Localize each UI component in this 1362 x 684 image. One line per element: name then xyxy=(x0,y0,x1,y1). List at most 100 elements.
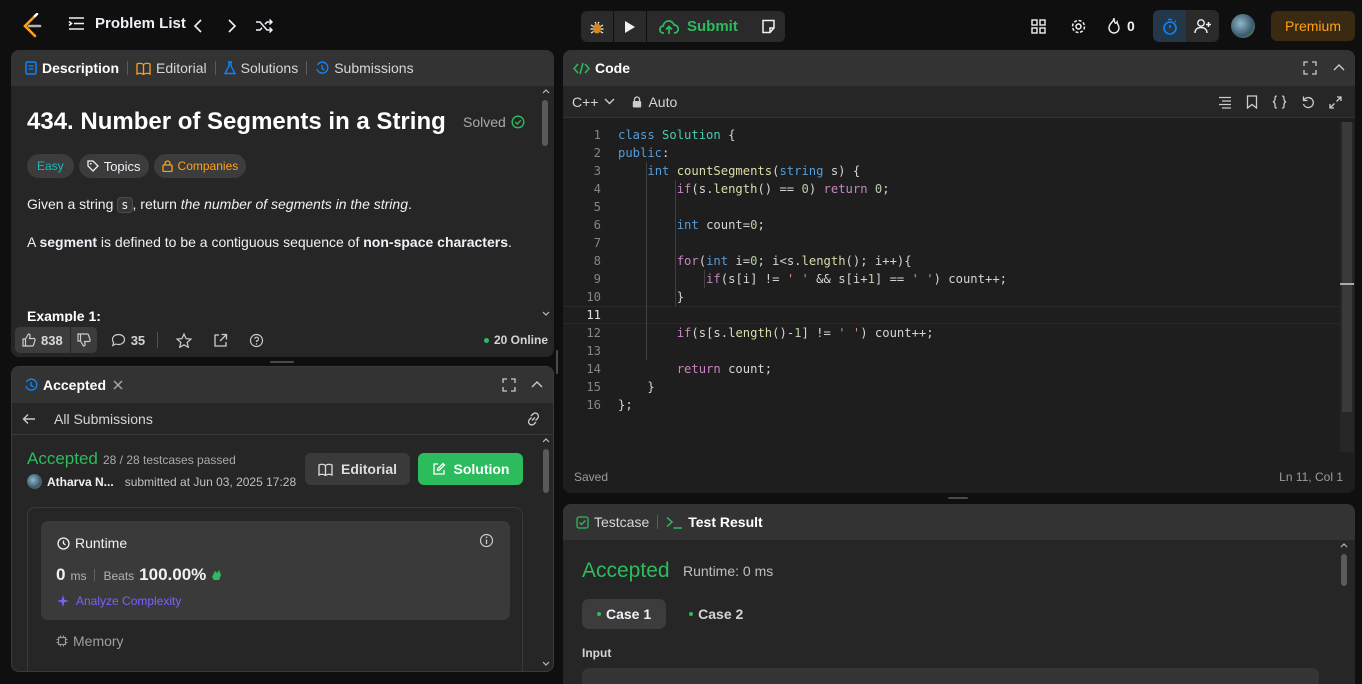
notes-button[interactable] xyxy=(752,11,785,42)
code-editor[interactable]: 1 2 3 4 5 6 7 8 9 10 11 12 13 14 15 16 class Solution {… xyxy=(563,118,1343,458)
line-number: 4 xyxy=(593,182,601,196)
bookmark-icon[interactable] xyxy=(1246,95,1258,109)
code-line[interactable]: }; xyxy=(618,396,633,414)
submitted-at: submitted at Jun 03, 2025 17:28 xyxy=(124,474,297,489)
run-button[interactable] xyxy=(614,11,646,42)
description-scrollbar[interactable] xyxy=(542,100,548,146)
case-tab-2[interactable]: Case 2 xyxy=(674,599,758,629)
invite-button[interactable] xyxy=(1186,10,1219,42)
desc1-emphasis: the number of segments in the string xyxy=(180,196,408,212)
dislike-button[interactable] xyxy=(70,327,97,353)
test-tabs: Testcase Test Result xyxy=(563,504,1355,540)
scroll-down-arrow-icon[interactable] xyxy=(542,661,550,667)
submit-button[interactable]: Submit xyxy=(647,11,750,42)
avatar[interactable] xyxy=(1231,14,1255,38)
leetcode-logo-icon[interactable] xyxy=(20,13,44,39)
scroll-up-arrow-icon[interactable] xyxy=(542,437,550,443)
editor-scrollbar-track[interactable] xyxy=(1340,122,1354,452)
comments-button[interactable]: 35 xyxy=(111,333,145,348)
scroll-down-arrow-icon[interactable] xyxy=(542,311,550,317)
lock-icon xyxy=(161,160,173,172)
result-scrollbar[interactable] xyxy=(543,449,549,493)
favorite-button[interactable] xyxy=(172,328,196,352)
solution-button[interactable]: Solution xyxy=(418,453,523,485)
case-tab-1[interactable]: Case 1 xyxy=(582,599,667,629)
companies-tag[interactable]: Companies xyxy=(153,154,247,178)
line-number: 1 xyxy=(593,128,601,142)
reset-icon[interactable] xyxy=(1301,95,1315,109)
code-line[interactable]: if(s[i] != ' ' && s[i+1] == ' ') count++… xyxy=(618,270,1007,288)
code-resize-handle[interactable] xyxy=(948,497,968,499)
maximize-icon[interactable] xyxy=(1303,61,1317,75)
auto-mode-button[interactable]: Auto xyxy=(632,94,677,110)
like-button[interactable]: 838 xyxy=(15,327,70,353)
code-line[interactable]: public: xyxy=(618,144,669,162)
runtime-card[interactable]: Runtime 0 ms Beats 100.00% Analyze Compl… xyxy=(41,521,510,620)
all-submissions-link[interactable]: All Submissions xyxy=(54,411,153,427)
companies-label: Companies xyxy=(177,159,239,173)
code-line[interactable]: int count=0; xyxy=(618,216,765,234)
prev-problem-button[interactable] xyxy=(182,10,214,42)
streak-counter[interactable]: 0 xyxy=(1107,17,1135,34)
random-problem-button[interactable] xyxy=(248,10,280,42)
online-indicator: 20 Online xyxy=(483,333,548,347)
debug-button[interactable] xyxy=(581,11,613,42)
expand-icon[interactable] xyxy=(1329,95,1342,109)
topics-tag[interactable]: Topics xyxy=(78,154,149,178)
book-icon xyxy=(136,62,151,75)
settings-button[interactable] xyxy=(1062,10,1094,42)
tab-description[interactable]: Description xyxy=(25,50,119,86)
line-number: 11 xyxy=(586,308,601,322)
code-line[interactable]: if(s[s.length()-1] != ' ') count++; xyxy=(618,324,934,342)
curly-braces-icon[interactable] xyxy=(1272,95,1287,109)
tab-accepted[interactable]: Accepted xyxy=(24,367,106,403)
pass-dot-icon xyxy=(689,612,694,616)
code-line[interactable]: int countSegments(string s) { xyxy=(618,162,860,180)
arrow-left-icon[interactable] xyxy=(22,413,36,425)
info-icon[interactable] xyxy=(479,533,494,548)
code-line[interactable]: class Solution { xyxy=(618,126,735,144)
next-problem-button[interactable] xyxy=(216,10,248,42)
premium-button[interactable]: Premium xyxy=(1271,11,1355,41)
tab-editorial[interactable]: Editorial xyxy=(136,50,207,86)
submitter-name[interactable]: Atharva N... xyxy=(47,475,114,489)
code-line[interactable]: if(s.length() == 0) return 0; xyxy=(618,180,890,198)
tab-submissions[interactable]: Submissions xyxy=(315,50,414,86)
scroll-up-arrow-icon[interactable] xyxy=(1340,542,1348,548)
scroll-up-arrow-icon[interactable] xyxy=(542,88,550,94)
code-line[interactable]: return count; xyxy=(618,360,772,378)
vertical-resize-handle[interactable] xyxy=(270,361,294,363)
analyze-complexity-button[interactable]: Analyze Complexity xyxy=(56,594,181,608)
example-heading: Example 1: xyxy=(27,308,101,322)
memory-heading[interactable]: Memory xyxy=(56,633,124,649)
code-line[interactable]: for(int i=0; i<s.length(); i++){ xyxy=(618,252,912,270)
share-button[interactable] xyxy=(208,328,232,352)
tab-code[interactable]: Code xyxy=(573,50,630,86)
help-button[interactable] xyxy=(244,328,268,352)
language-select[interactable]: C++ xyxy=(572,94,615,110)
problem-list-button[interactable]: Problem List xyxy=(68,15,186,32)
maximize-icon[interactable] xyxy=(502,378,516,392)
tag-icon xyxy=(87,160,99,172)
input-field[interactable] xyxy=(582,668,1319,684)
layout-button[interactable] xyxy=(1022,10,1054,42)
collapse-icon[interactable] xyxy=(1333,63,1345,71)
link-icon[interactable] xyxy=(525,412,542,426)
editorial-button[interactable]: Editorial xyxy=(305,453,410,485)
close-tab-icon[interactable] xyxy=(113,380,123,390)
chip-icon xyxy=(56,635,68,647)
collapse-icon[interactable] xyxy=(531,380,543,388)
tab-test-result[interactable]: Test Result xyxy=(666,504,763,540)
stats-container: Runtime 0 ms Beats 100.00% Analyze Compl… xyxy=(27,507,523,671)
tab-testcase[interactable]: Testcase xyxy=(576,504,649,540)
lock-icon xyxy=(632,95,642,108)
case-1-label: Case 1 xyxy=(606,606,652,622)
format-icon[interactable] xyxy=(1218,96,1232,109)
timer-button[interactable] xyxy=(1153,10,1186,42)
tab-solutions[interactable]: Solutions xyxy=(223,50,298,86)
horizontal-resize-handle[interactable] xyxy=(556,350,558,374)
test-scrollbar[interactable] xyxy=(1341,554,1347,586)
user-avatar[interactable] xyxy=(27,474,42,489)
terminal-icon xyxy=(666,516,683,529)
code-line[interactable]: } xyxy=(618,378,654,396)
